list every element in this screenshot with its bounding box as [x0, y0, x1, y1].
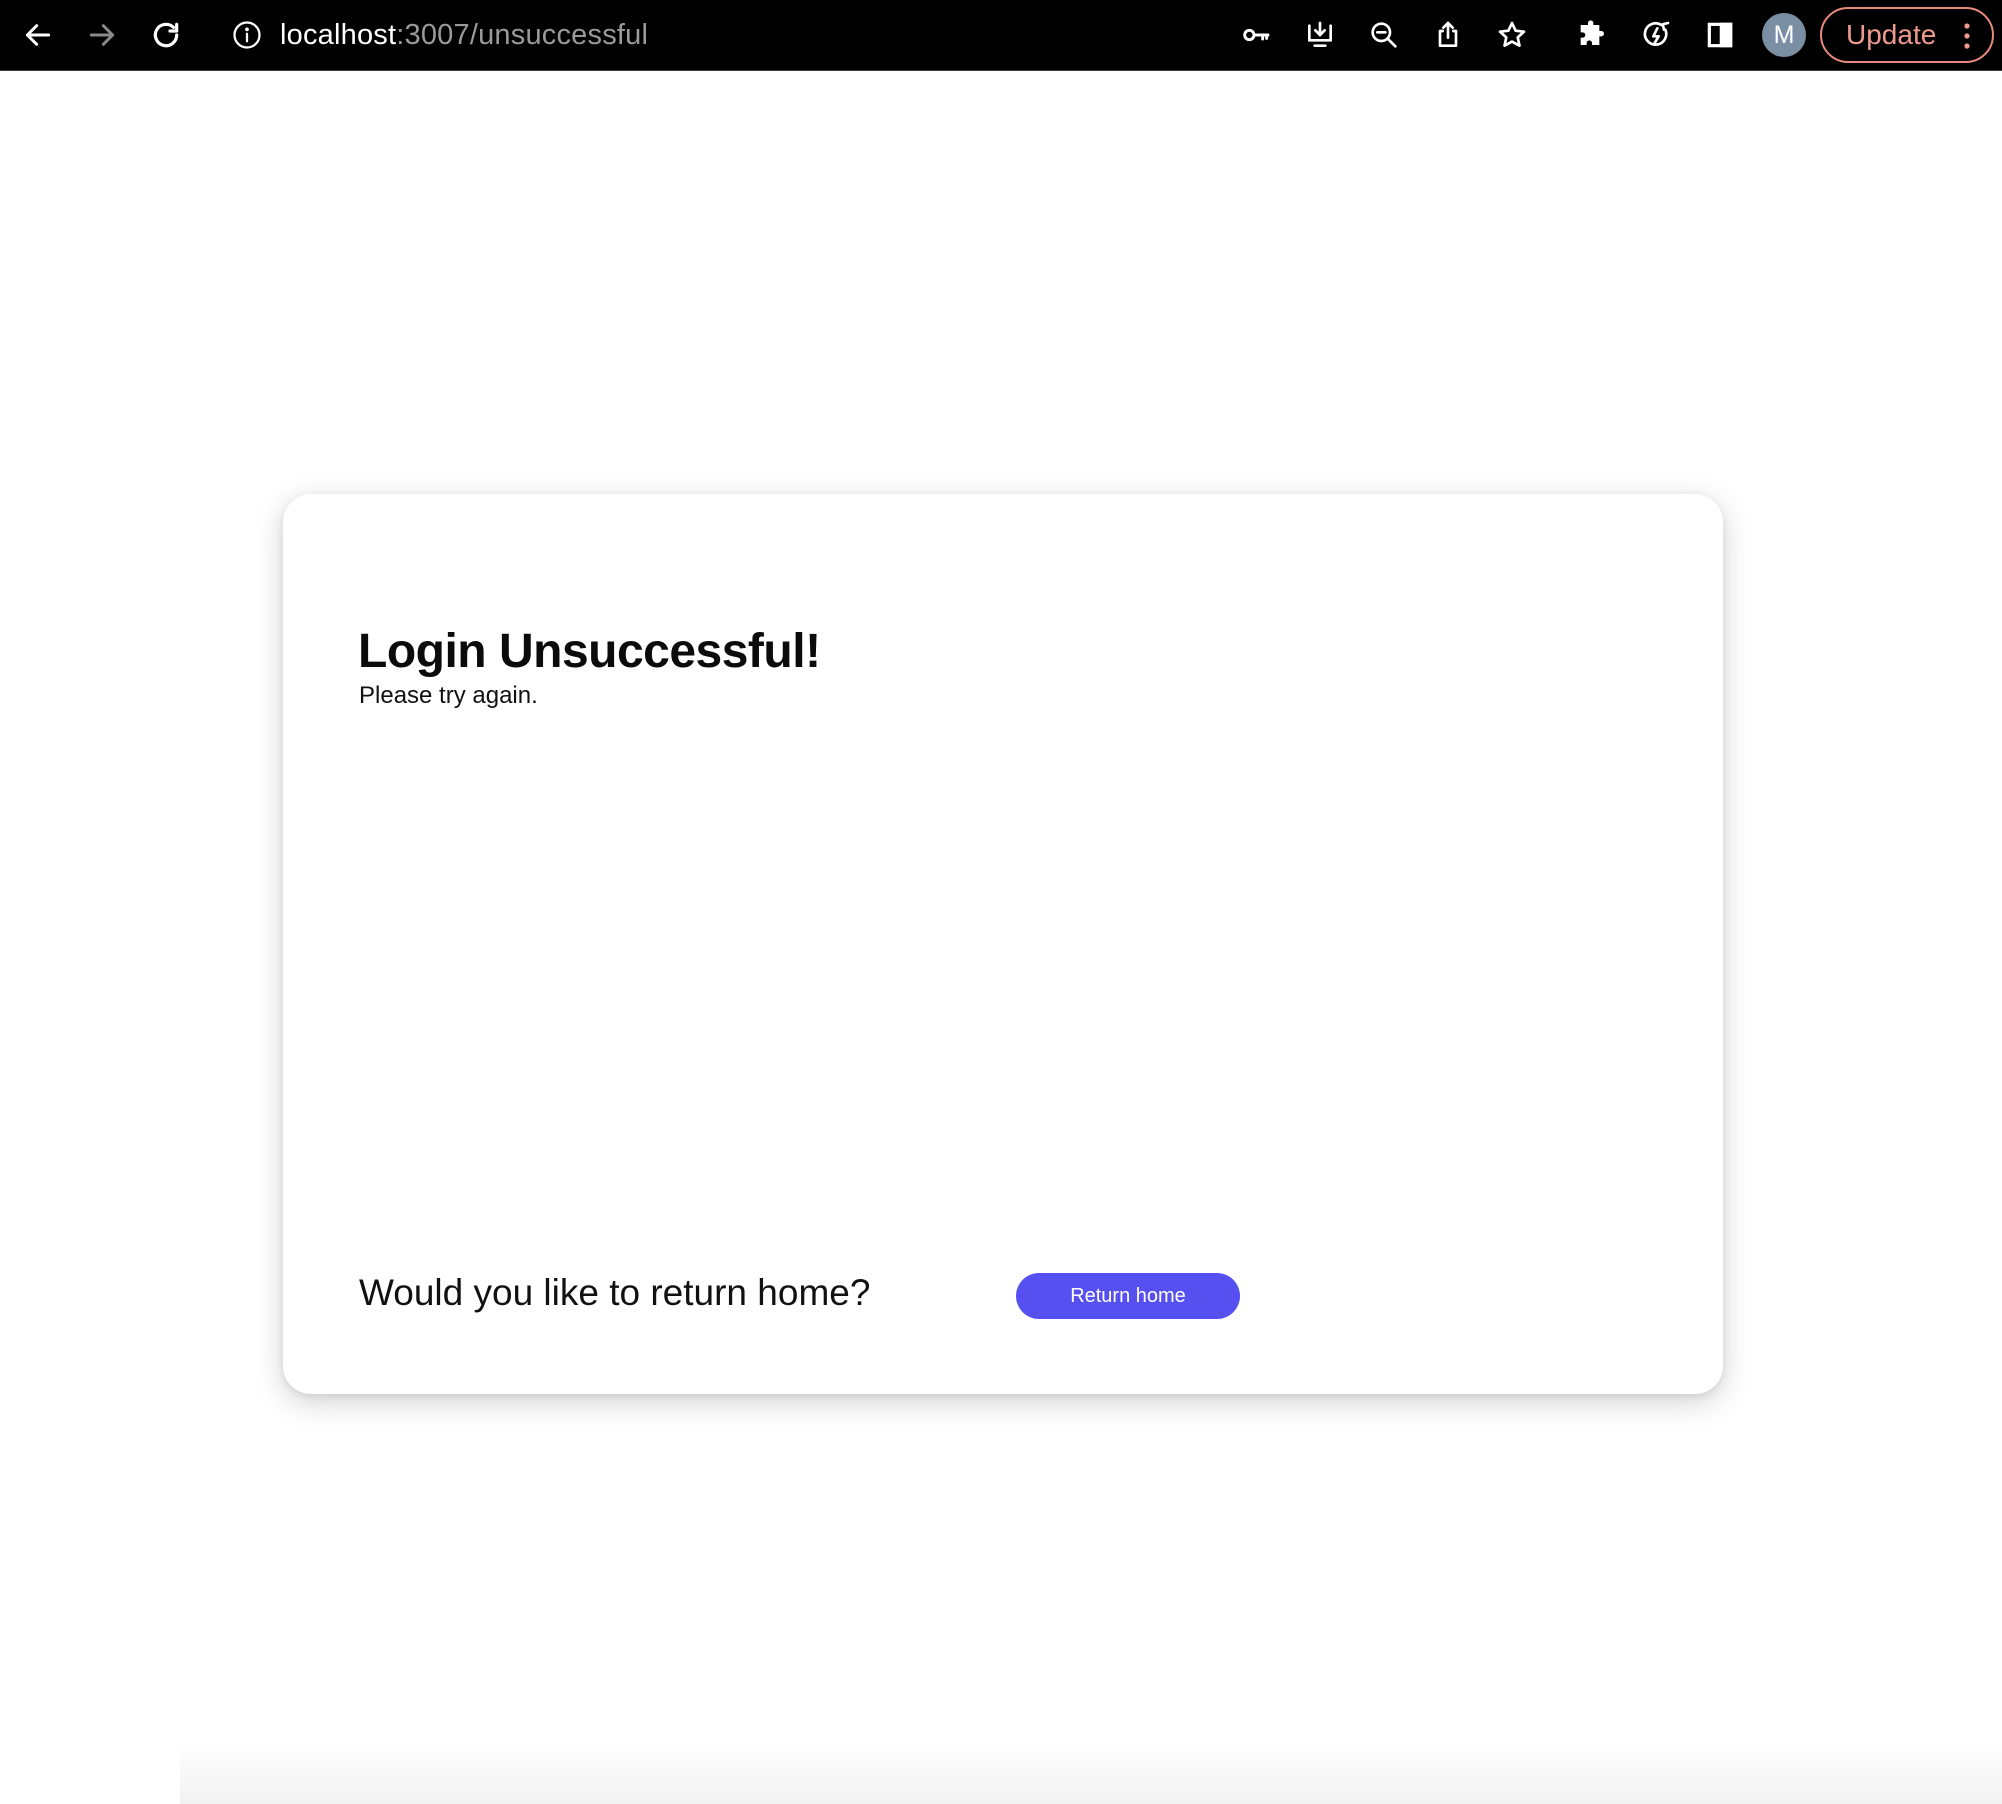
reload-icon[interactable]	[141, 10, 191, 60]
more-menu-icon[interactable]	[1964, 23, 1970, 49]
install-icon[interactable]	[1295, 10, 1345, 60]
page-subtitle: Please try again.	[359, 682, 538, 709]
bottom-shadow	[180, 1740, 2002, 1804]
site-info-icon[interactable]	[232, 20, 262, 50]
extensions-icon[interactable]	[1567, 10, 1617, 60]
return-home-button[interactable]: Return home	[1016, 1273, 1240, 1319]
url-host: localhost	[280, 18, 397, 51]
performance-icon[interactable]	[1631, 10, 1681, 60]
address-bar[interactable]: localhost:3007/unsuccessful	[232, 12, 648, 58]
key-icon[interactable]	[1231, 10, 1281, 60]
login-result-card: Login Unsuccessful! Please try again. Wo…	[283, 494, 1723, 1394]
update-button[interactable]: Update	[1820, 7, 1994, 63]
star-icon[interactable]	[1487, 10, 1537, 60]
forward-arrow-icon[interactable]	[77, 10, 127, 60]
browser-toolbar: localhost:3007/unsuccessful M Update	[0, 0, 2002, 71]
zoom-out-icon[interactable]	[1359, 10, 1409, 60]
update-label: Update	[1846, 19, 1937, 50]
url-path: :3007/unsuccessful	[396, 18, 649, 51]
share-icon[interactable]	[1423, 10, 1473, 60]
page-title: Login Unsuccessful!	[358, 625, 821, 678]
profile-avatar[interactable]: M	[1762, 13, 1806, 57]
return-home-prompt: Would you like to return home?	[359, 1272, 871, 1313]
side-panel-icon[interactable]	[1695, 10, 1745, 60]
back-arrow-icon[interactable]	[13, 10, 63, 60]
